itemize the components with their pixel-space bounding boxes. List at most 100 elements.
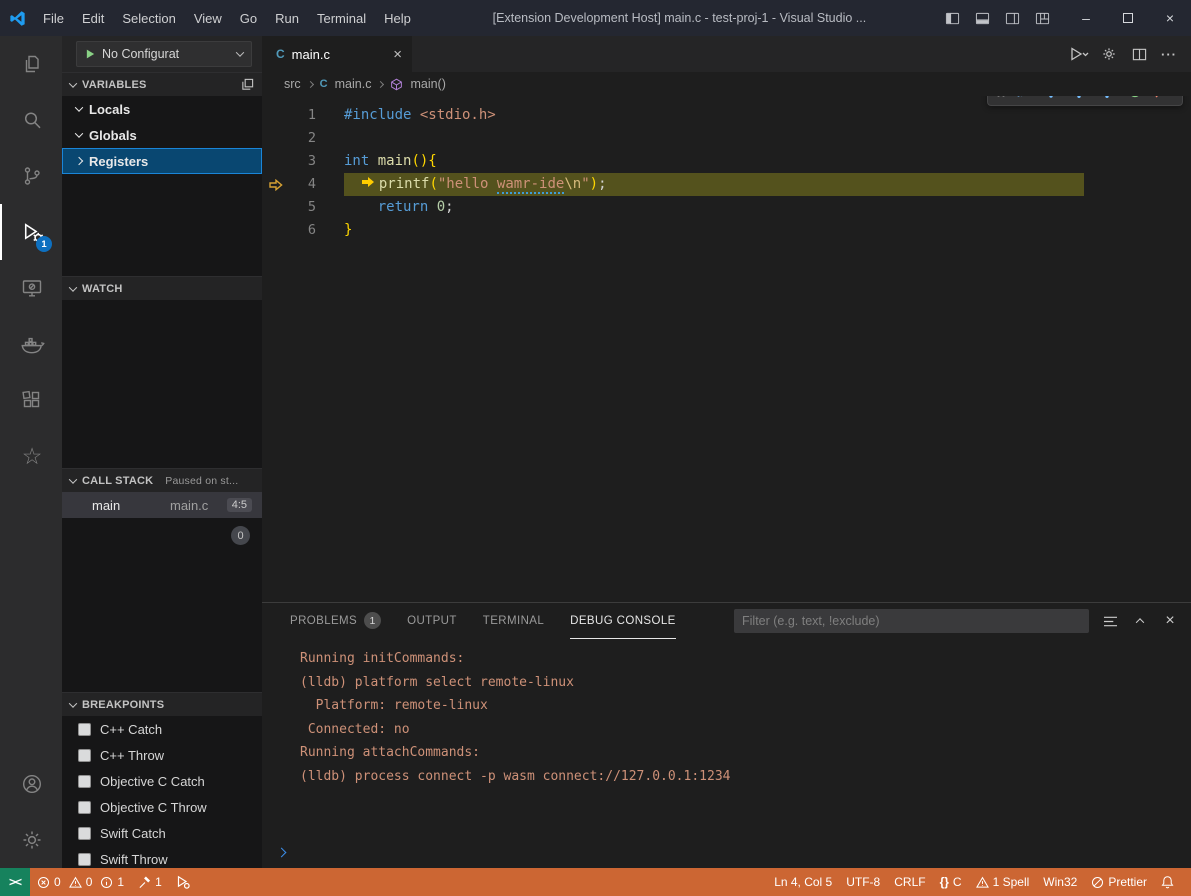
- run-file-button[interactable]: [1067, 42, 1091, 66]
- menu-help[interactable]: Help: [375, 0, 420, 36]
- debug-config-dropdown[interactable]: No Configurat: [76, 41, 252, 67]
- menu-file[interactable]: File: [34, 0, 73, 36]
- breakpoint-item-c-catch[interactable]: C++ Catch: [62, 716, 262, 742]
- filter-input[interactable]: [734, 614, 1089, 628]
- code-line-1[interactable]: 1#include <stdio.h>: [262, 104, 1191, 127]
- breakpoints-section-header[interactable]: BREAKPOINTS: [62, 692, 262, 716]
- console-input[interactable]: [293, 845, 1178, 860]
- checkbox[interactable]: [78, 749, 91, 762]
- checkbox[interactable]: [78, 801, 91, 814]
- checkbox[interactable]: [78, 723, 91, 736]
- activity-run-debug[interactable]: 1: [0, 204, 62, 260]
- debug-sidebar: No Configurat VARIABLES LocalsGlobalsReg…: [62, 36, 262, 868]
- breakpoint-item-objective-c-throw[interactable]: Objective C Throw: [62, 794, 262, 820]
- code-line-6[interactable]: 6}: [262, 219, 1191, 242]
- menu-edit[interactable]: Edit: [73, 0, 113, 36]
- tab-main-c[interactable]: C main.c ×: [262, 36, 412, 72]
- debug-status[interactable]: [169, 868, 197, 896]
- continue-icon[interactable]: [1010, 96, 1036, 104]
- menu-terminal[interactable]: Terminal: [308, 0, 375, 36]
- checkbox[interactable]: [78, 775, 91, 788]
- activity-source-control[interactable]: [0, 148, 62, 204]
- stack-frame-row[interactable]: main main.c 4:5: [62, 492, 262, 518]
- customize-layout-icon[interactable]: [1029, 5, 1055, 31]
- source-control-icon: [20, 164, 44, 188]
- variables-item-locals[interactable]: Locals: [62, 96, 262, 122]
- code-line-2[interactable]: 2: [262, 127, 1191, 150]
- panel-tab-debug-console[interactable]: DEBUG CONSOLE: [570, 603, 676, 639]
- activity-docker[interactable]: [0, 316, 62, 372]
- activity-settings[interactable]: [0, 812, 62, 868]
- watch-section-header[interactable]: WATCH: [62, 276, 262, 300]
- panel-close-icon[interactable]: ×: [1159, 610, 1181, 632]
- console-input-row[interactable]: [278, 845, 1178, 860]
- activity-accounts[interactable]: [0, 756, 62, 812]
- breakpoint-item-c-throw[interactable]: C++ Throw: [62, 742, 262, 768]
- activity-extensions[interactable]: [0, 372, 62, 428]
- code-line-5[interactable]: 5 return 0;: [262, 196, 1191, 219]
- panel-tab-problems[interactable]: PROBLEMS1: [290, 603, 381, 639]
- call-stack-section-header[interactable]: CALL STACK Paused on st...: [62, 468, 262, 492]
- menu-go[interactable]: Go: [231, 0, 266, 36]
- code-editor[interactable]: 1#include <stdio.h>23int main(){4 printf…: [262, 96, 1191, 602]
- disconnect-icon[interactable]: [1150, 96, 1176, 104]
- breakpoint-item-objective-c-catch[interactable]: Objective C Catch: [62, 768, 262, 794]
- toggle-secondary-sidebar-icon[interactable]: [999, 5, 1025, 31]
- code-line-4[interactable]: 4 printf("hello wamr-ide\n");: [262, 173, 1191, 196]
- menu-view[interactable]: View: [185, 0, 231, 36]
- step-over-icon[interactable]: [1038, 96, 1064, 104]
- panel-maximize-icon[interactable]: [1129, 610, 1151, 632]
- menu-run[interactable]: Run: [266, 0, 308, 36]
- close-window-button[interactable]: ×: [1149, 0, 1191, 36]
- panel-tab-output[interactable]: OUTPUT: [407, 603, 457, 639]
- activity-remote-explorer[interactable]: [0, 260, 62, 316]
- status-encoding[interactable]: UTF-8: [839, 868, 887, 896]
- collapse-all-icon[interactable]: [241, 78, 254, 91]
- panel-tab-terminal[interactable]: TERMINAL: [483, 603, 544, 639]
- gear-icon[interactable]: [1097, 42, 1121, 66]
- status-spell[interactable]: 1 Spell: [969, 868, 1037, 896]
- status-eol[interactable]: CRLF: [887, 868, 932, 896]
- checkbox[interactable]: [78, 827, 91, 840]
- minimize-button[interactable]: –: [1065, 0, 1107, 36]
- breadcrumb-file[interactable]: main.c: [335, 77, 372, 91]
- breadcrumb-src[interactable]: src: [284, 77, 301, 91]
- status-language[interactable]: {} C: [933, 868, 969, 896]
- restart-icon[interactable]: [1122, 96, 1148, 104]
- status-formatter[interactable]: Prettier: [1084, 868, 1154, 896]
- activity-explorer[interactable]: [0, 36, 62, 92]
- code-line-3[interactable]: 3int main(){: [262, 150, 1191, 173]
- split-editor-icon[interactable]: [1127, 42, 1151, 66]
- step-out-icon[interactable]: [1094, 96, 1120, 104]
- chevron-down-icon: [69, 79, 77, 87]
- problems-indicator[interactable]: 0 0 1: [30, 868, 131, 896]
- console-filter[interactable]: [734, 609, 1089, 633]
- activity-search[interactable]: [0, 92, 62, 148]
- grip-icon[interactable]: [994, 96, 1008, 98]
- breakpoint-item-swift-catch[interactable]: Swift Catch: [62, 820, 262, 846]
- tab-close-icon[interactable]: ×: [393, 46, 402, 63]
- maximize-button[interactable]: [1107, 0, 1149, 36]
- menu-selection[interactable]: Selection: [113, 0, 184, 36]
- status-platform[interactable]: Win32: [1036, 868, 1084, 896]
- breakpoint-item-swift-throw[interactable]: Swift Throw: [62, 846, 262, 868]
- breadcrumb-symbol[interactable]: main(): [410, 77, 445, 91]
- error-count: 0: [54, 875, 61, 889]
- toggle-panel-icon[interactable]: [969, 5, 995, 31]
- panel-options-icon[interactable]: [1099, 610, 1121, 632]
- variables-item-globals[interactable]: Globals: [62, 122, 262, 148]
- checkbox[interactable]: [78, 853, 91, 866]
- watch-title: WATCH: [82, 283, 123, 295]
- variables-section-header[interactable]: VARIABLES: [62, 72, 262, 96]
- activity-star[interactable]: ☆: [0, 428, 62, 484]
- remote-indicator[interactable]: ><: [0, 868, 30, 896]
- status-line-col[interactable]: Ln 4, Col 5: [767, 868, 839, 896]
- explorer-icon: [20, 52, 44, 76]
- ports-indicator[interactable]: 1: [131, 868, 169, 896]
- more-actions-icon[interactable]: ···: [1157, 42, 1181, 66]
- variables-item-registers[interactable]: Registers: [62, 148, 262, 174]
- step-into-icon[interactable]: [1066, 96, 1092, 104]
- braces-icon: {}: [940, 875, 949, 889]
- notifications-bell[interactable]: [1154, 868, 1181, 896]
- toggle-sidebar-icon[interactable]: [939, 5, 965, 31]
